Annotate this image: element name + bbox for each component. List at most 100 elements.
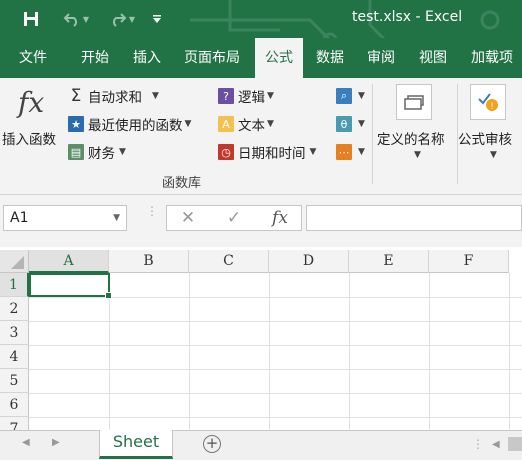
formula-input[interactable] [306,205,522,231]
logical-button[interactable]: ? 逻辑 ▼ [218,85,274,107]
financial-icon: ▤ [68,144,84,160]
recent-functions-button[interactable]: ★ 最近使用的函数 ▼ [68,113,191,135]
sheet-tab-sheet[interactable]: Sheet [99,430,173,459]
grid-line [29,297,522,298]
tab-view[interactable]: 视图 [410,38,456,78]
chevron-down-icon[interactable]: ▼ [113,206,120,230]
more-functions-icon: ⋯ [336,144,352,160]
tab-review[interactable]: 审阅 [358,38,404,78]
horizontal-scrollbar[interactable] [508,437,522,451]
title-bar: ▼ ▼ test.xlsx - Excel [0,0,522,38]
column-header-f[interactable]: F [429,250,509,273]
chevron-down-icon: ▼ [267,119,274,129]
customize-qat-icon[interactable] [150,8,164,30]
ribbon-separator [372,84,373,184]
chevron-down-icon: ▼ [184,119,192,129]
insert-function-label: 插入函数 [2,132,56,148]
name-box[interactable]: A1 ▼ [3,205,127,231]
scroll-tabs-left-icon[interactable]: ◀ [22,437,30,448]
cancel-icon[interactable]: ✕ [173,206,203,230]
column-header-a[interactable]: A [29,250,109,273]
select-all-corner[interactable] [0,250,29,273]
defined-names-button[interactable]: 定义的名称 ▼ [374,82,454,166]
chevron-down-icon: ▼ [358,147,365,157]
tab-file[interactable]: 文件 [8,38,58,78]
column-header-d[interactable]: D [269,250,349,273]
chevron-down-icon: ▼ [490,150,497,160]
ribbon-panel: fx 插入函数 Σ 自动求和 ▼ ★ 最近使用的函数 ▼ ▤ 财务 ▼ ? 逻辑… [0,78,522,195]
column-header-e[interactable]: E [349,250,429,273]
column-header-b[interactable]: B [109,250,189,273]
column-header-c[interactable]: C [189,250,269,273]
grid-line [29,369,522,370]
window-title: test.xlsx - Excel [352,9,463,25]
math-trig-button[interactable]: θ ▼ [336,113,365,135]
autosum-label: 自动求和 [88,90,142,106]
autosum-button[interactable]: Σ 自动求和 ▼ [68,85,159,107]
grip-icon[interactable]: ⋮ [146,205,158,225]
grid-line [29,417,522,418]
tab-home[interactable]: 开始 [72,38,118,78]
row-header-1[interactable]: 1 [0,273,29,297]
tab-data[interactable]: 数据 [308,38,352,78]
row-header-4[interactable]: 4 [0,345,29,369]
financial-button[interactable]: ▤ 财务 ▼ [68,141,126,163]
tab-formulas[interactable]: 公式 [255,38,303,78]
fill-handle[interactable] [105,292,112,299]
sheet-tab-bar: ◀ ▶ Sheet + ⋮ ◀ [0,430,522,460]
svg-text:!: ! [490,102,494,112]
tab-page-layout[interactable]: 页面布局 [176,38,248,78]
clock-icon: ◷ [218,144,234,160]
datetime-label: 日期和时间 [238,146,306,162]
formula-auditing-icon: ! [470,84,506,120]
row-header-2[interactable]: 2 [0,297,29,321]
row-header-5[interactable]: 5 [0,369,29,393]
text-button[interactable]: A 文本 ▼ [218,113,274,135]
logical-icon: ? [218,88,234,104]
worksheet-grid[interactable]: A B C D E F 1 2 3 4 5 6 7 [0,250,522,430]
tab-split-grip[interactable]: ⋮ [472,437,484,451]
enter-icon[interactable]: ✓ [219,206,249,230]
row-header-3[interactable]: 3 [0,321,29,345]
lookup-icon: ⌕ [336,88,352,104]
grid-line [29,345,522,346]
text-label: 文本 [238,118,265,134]
defined-names-label: 定义的名称 [377,132,445,148]
scroll-left-icon[interactable]: ◀ [492,439,500,450]
row-header-6[interactable]: 6 [0,393,29,417]
formula-auditing-button[interactable]: ! 公式审核 ▼ [458,82,522,166]
row-header-7[interactable]: 7 [0,417,29,430]
recent-functions-label: 最近使用的函数 [88,118,183,134]
financial-label: 财务 [88,146,115,162]
formula-bar-row: A1 ▼ ⋮ ✕ ✓ fx [0,195,522,247]
save-icon[interactable] [20,8,42,30]
logical-label: 逻辑 [238,90,265,106]
grid-line [29,321,522,322]
theta-icon: θ [336,116,352,132]
insert-function-button[interactable]: fx 插入函数 [0,84,64,154]
tab-addins[interactable]: 加载项 [462,38,522,78]
scroll-tabs-right-icon[interactable]: ▶ [52,437,60,448]
chevron-down-icon: ▼ [119,147,126,157]
ribbon-tabs: 文件 开始 插入 页面布局 公式 数据 审阅 视图 加载项 [0,38,522,78]
chevron-down-icon: ▼ [358,119,365,129]
active-cell-a1[interactable] [29,273,112,299]
fx-icon: fx [18,86,45,119]
redo-icon[interactable]: ▼ [104,8,140,30]
grid-line [29,393,522,394]
lookup-reference-button[interactable]: ⌕ ▼ [336,85,365,107]
undo-icon[interactable]: ▼ [58,8,94,30]
chevron-down-icon: ▼ [267,91,274,101]
chevron-down-icon: ▼ [309,147,317,157]
star-icon: ★ [68,116,84,132]
formula-auditing-label: 公式审核 [458,132,512,148]
chevron-down-icon: ▼ [414,150,421,160]
insert-function-icon[interactable]: fx [265,206,295,230]
more-functions-button[interactable]: ⋯ ▼ [336,141,365,163]
name-manager-icon [396,84,432,120]
chevron-down-icon: ▼ [358,91,365,101]
add-sheet-icon[interactable]: + [203,435,221,453]
tab-insert[interactable]: 插入 [124,38,170,78]
datetime-button[interactable]: ◷ 日期和时间 ▼ [218,141,316,163]
sigma-icon: Σ [70,86,82,106]
